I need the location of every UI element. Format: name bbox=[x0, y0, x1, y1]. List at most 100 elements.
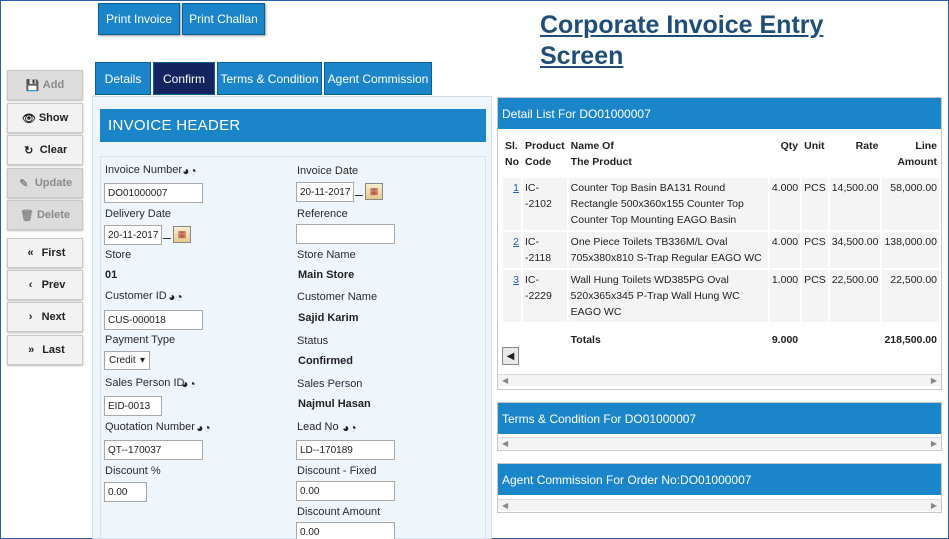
save-icon: 💾 bbox=[25, 79, 40, 92]
tab-agent-commission[interactable]: Agent Commission bbox=[324, 62, 432, 95]
lead-no-label: Lead No bbox=[297, 421, 339, 433]
trash-icon: 🗑 bbox=[19, 209, 34, 222]
tab-terms-condition[interactable]: Terms & Condition bbox=[217, 62, 322, 95]
row-code: IC--2102 bbox=[523, 178, 567, 230]
scroll-left-icon[interactable]: ◀ bbox=[502, 376, 508, 385]
table-row[interactable]: 2 IC--2118 One Piece Toilets TB336M/L Ov… bbox=[503, 232, 939, 268]
last-label: Last bbox=[42, 344, 65, 356]
detail-list-header: Detail List For DO01000007 bbox=[498, 98, 941, 129]
calendar-icon[interactable]: ▦ bbox=[173, 226, 191, 243]
lead-no-field[interactable]: LD--170189 bbox=[296, 440, 395, 460]
payment-type-select[interactable]: Credit ▾ bbox=[104, 351, 150, 370]
prev-button[interactable]: ‹ Prev bbox=[7, 270, 83, 300]
add-button[interactable]: 💾 Add bbox=[7, 70, 83, 100]
delete-button[interactable]: 🗑 Delete bbox=[7, 200, 83, 230]
date-separator bbox=[355, 195, 363, 196]
chevron-right-icon: › bbox=[28, 311, 33, 323]
reference-label: Reference bbox=[297, 208, 348, 220]
update-button[interactable]: ✎ Update bbox=[7, 168, 83, 198]
eye-icon: 👁 bbox=[21, 112, 36, 125]
row-sl[interactable]: 3 bbox=[503, 270, 521, 322]
dropdown-arrow-icon: ▾ bbox=[139, 355, 145, 366]
table-row[interactable]: 1 IC--2102 Counter Top Basin BA131 Round… bbox=[503, 178, 939, 230]
scroll-left-icon[interactable]: ◀ bbox=[502, 439, 508, 448]
row-qty: 4.000 bbox=[769, 232, 801, 268]
discount-amount-label: Discount Amount bbox=[297, 506, 381, 518]
print-invoice-button[interactable]: Print Invoice bbox=[98, 3, 180, 35]
binoculars-icon[interactable]: ◕◔ bbox=[167, 288, 184, 305]
prev-label: Prev bbox=[41, 279, 66, 291]
show-button[interactable]: 👁 Show bbox=[7, 103, 83, 133]
invoice-date-label: Invoice Date bbox=[297, 165, 359, 177]
store-name-label: Store Name bbox=[297, 249, 356, 261]
delivery-date-label: Delivery Date bbox=[105, 208, 172, 220]
invoice-number-field[interactable]: DO01000007 bbox=[104, 183, 203, 203]
next-button[interactable]: › Next bbox=[7, 302, 83, 332]
next-label: Next bbox=[41, 311, 66, 323]
reference-field[interactable] bbox=[296, 224, 395, 244]
first-label: First bbox=[41, 247, 66, 259]
invoice-date-field[interactable]: 20-11-2017 bbox=[296, 182, 354, 202]
caret-left-icon[interactable]: ◀ bbox=[502, 347, 519, 365]
row-sl[interactable]: 1 bbox=[503, 178, 521, 230]
binoculars-icon[interactable]: ◕◔ bbox=[181, 162, 198, 179]
discount-pct-label: Discount % bbox=[105, 465, 161, 477]
row-sl[interactable]: 2 bbox=[503, 232, 521, 268]
status-label: Status bbox=[297, 335, 329, 347]
double-chevron-right-icon: » bbox=[28, 344, 35, 356]
col-unit: Unit bbox=[804, 140, 825, 152]
discount-amount-field[interactable]: 0.00 bbox=[296, 522, 395, 539]
customer-id-field[interactable]: CUS-000018 bbox=[104, 310, 203, 330]
col-qty: Qty bbox=[780, 140, 799, 152]
clear-button[interactable]: ↻ Clear bbox=[7, 135, 83, 165]
sales-person-label: Sales Person bbox=[297, 378, 363, 390]
payment-type-label: Payment Type bbox=[105, 334, 176, 346]
sales-person-id-field[interactable]: EID-0013 bbox=[104, 396, 162, 416]
invoice-header-title: INVOICE HEADER bbox=[100, 109, 486, 142]
horizontal-scrollbar[interactable]: ◀ ▶ bbox=[498, 437, 941, 449]
row-name: One Piece Toilets TB336M/L Oval 705x380x… bbox=[568, 232, 768, 268]
row-code: IC--2229 bbox=[523, 270, 567, 322]
last-button[interactable]: » Last bbox=[7, 335, 83, 365]
col-sl: Sl. No bbox=[505, 140, 519, 168]
customer-id-label: Customer ID bbox=[105, 290, 167, 302]
print-challan-button[interactable]: Print Challan bbox=[182, 3, 265, 35]
clear-label: Clear bbox=[39, 144, 68, 156]
show-label: Show bbox=[38, 112, 69, 124]
store-value: 01 bbox=[105, 269, 118, 281]
delivery-date-field[interactable]: 20-11-2017 bbox=[104, 225, 162, 245]
terms-panel: Terms & Condition For DO01000007 ◀ ▶ bbox=[497, 402, 942, 451]
scroll-left-icon[interactable]: ◀ bbox=[502, 501, 508, 510]
horizontal-scrollbar[interactable]: ◀ ▶ bbox=[498, 374, 941, 386]
scroll-right-icon[interactable]: ▶ bbox=[931, 501, 937, 510]
scroll-right-icon[interactable]: ▶ bbox=[931, 376, 937, 385]
scroll-right-icon[interactable]: ▶ bbox=[931, 439, 937, 448]
table-row[interactable]: 3 IC--2229 Wall Hung Toilets WD385PG Ova… bbox=[503, 270, 939, 322]
binoculars-icon[interactable]: ◕◔ bbox=[341, 419, 358, 436]
row-qty: 1.000 bbox=[769, 270, 801, 322]
row-amount: 58,000.00 bbox=[882, 178, 939, 230]
tab-confirm[interactable]: Confirm bbox=[153, 62, 215, 95]
add-label: Add bbox=[42, 79, 65, 91]
detail-list-panel: Detail List For DO01000007 Sl. No Product… bbox=[497, 97, 942, 390]
tab-details[interactable]: Details bbox=[95, 62, 151, 95]
discount-pct-field[interactable]: 0.00 bbox=[104, 482, 147, 502]
total-amount: 218,500.00 bbox=[882, 324, 939, 350]
calendar-icon[interactable]: ▦ bbox=[365, 183, 383, 200]
col-rate: Rate bbox=[855, 140, 879, 152]
totals-row: Totals 9.000 218,500.00 bbox=[503, 324, 939, 350]
row-rate: 34,500.00 bbox=[829, 232, 881, 268]
horizontal-scrollbar[interactable]: ◀ ▶ bbox=[498, 499, 941, 511]
status-value: Confirmed bbox=[298, 355, 353, 367]
binoculars-icon[interactable]: ◕◔ bbox=[180, 375, 197, 392]
update-label: Update bbox=[34, 177, 73, 189]
row-rate: 14,500.00 bbox=[829, 178, 881, 230]
binoculars-icon[interactable]: ◕◔ bbox=[195, 419, 212, 436]
quotation-number-field[interactable]: QT--170037 bbox=[104, 440, 203, 460]
first-button[interactable]: « First bbox=[7, 238, 83, 268]
quotation-number-label: Quotation Number bbox=[105, 421, 195, 433]
discount-fixed-field[interactable]: 0.00 bbox=[296, 481, 395, 501]
row-rate: 22,500.00 bbox=[829, 270, 881, 322]
payment-type-value: Credit bbox=[109, 355, 136, 366]
col-product-name: Name Of The Product bbox=[570, 140, 632, 168]
